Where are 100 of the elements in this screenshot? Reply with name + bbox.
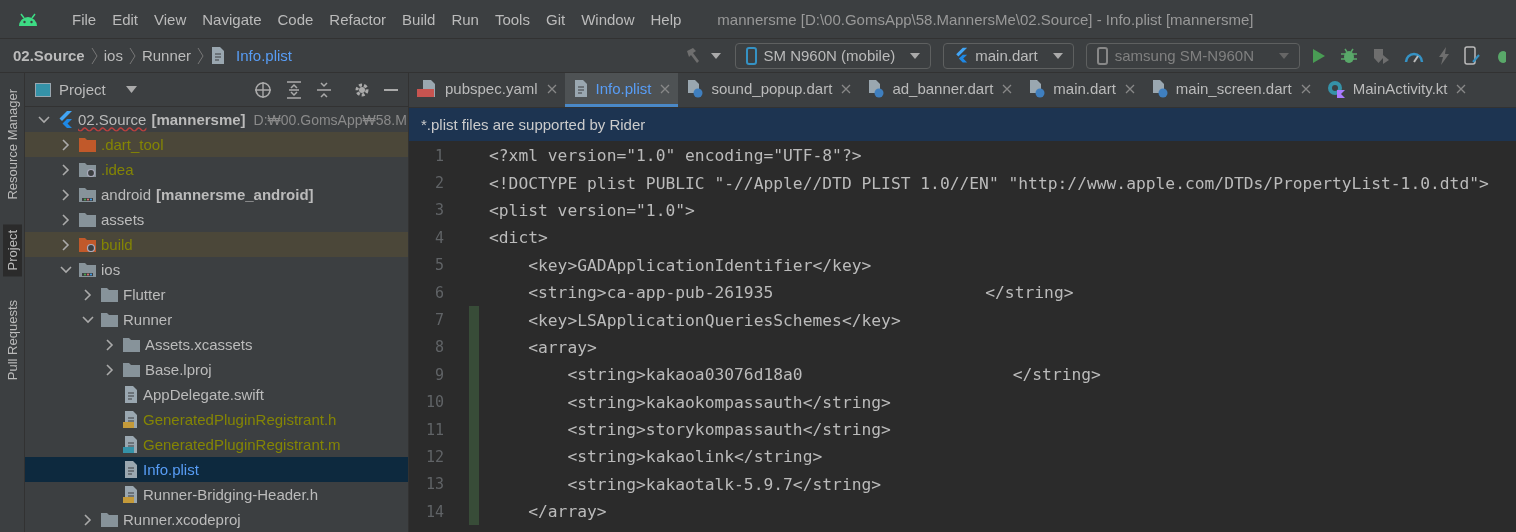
tree-row[interactable]: ios <box>25 257 408 282</box>
close-icon[interactable] <box>1456 83 1467 94</box>
tree-item-label: android <box>101 186 152 203</box>
tree-row[interactable]: assets <box>25 207 408 232</box>
chevron-icon <box>128 46 136 65</box>
file-icon <box>123 436 138 453</box>
code-line: <array> <box>527 337 597 357</box>
menu-item[interactable]: Tools <box>486 10 538 28</box>
code-line: <string>storykompassauth</string> <box>566 420 891 440</box>
tool-window-tab[interactable]: Project <box>2 223 22 277</box>
panel-title[interactable]: Project <box>59 81 106 98</box>
line-number: 1 <box>433 146 444 165</box>
tree-row[interactable]: Runner-Bridging-Header.h <box>25 482 408 507</box>
menu-item[interactable]: File <box>64 10 105 28</box>
caret-icon[interactable] <box>125 86 137 93</box>
tree-item-label: ios <box>101 261 121 278</box>
tree-item-label: Base.lproj <box>145 361 212 378</box>
code-line: <string>kakaoa03076d18a0 <box>566 365 803 385</box>
tree-item-label: Runner-Bridging-Header.h <box>143 486 319 503</box>
file-icon <box>123 461 138 478</box>
code-line: <!DOCTYPE plist PUBLIC "-//Apple//DTD PLIST 1.0//EN" "http://www.apple.com/DTDs/PropertyList-1.0.dtd"> <box>489 173 1489 193</box>
device-icon[interactable] <box>1464 45 1480 66</box>
run-config-dropdown[interactable]: main.dart <box>943 42 1074 69</box>
locate-icon[interactable] <box>254 80 272 99</box>
run-icon[interactable] <box>1312 47 1326 64</box>
code-line: <string>kakaokompassauth</string> <box>566 392 891 412</box>
caret-icon <box>910 52 921 59</box>
tree-row[interactable]: Base.lproj <box>25 357 408 382</box>
editor-tab[interactable]: Info.plist <box>564 73 679 107</box>
editor-tab[interactable]: ad_banner.dart <box>859 73 1021 107</box>
close-icon[interactable] <box>1300 83 1311 94</box>
editor-tab[interactable]: MainActivity.kt <box>1318 73 1475 107</box>
collapse-all-icon[interactable] <box>316 80 332 99</box>
flutter-icon <box>57 110 73 129</box>
tree-item-label: Runner <box>123 311 173 328</box>
folder-icon <box>79 262 96 277</box>
breadcrumb[interactable]: 02.Source <box>13 47 85 64</box>
folder-icon <box>123 337 140 352</box>
window-title: mannersme [D:\00.GomsApp\58.MannersMe\02.Source] - Info.plist [mannersme] <box>717 10 1254 28</box>
menu-item[interactable]: Run <box>443 10 487 28</box>
line-number: 14 <box>424 502 444 521</box>
tool-window-tab[interactable]: Resource Manager <box>2 83 22 206</box>
caret-icon[interactable] <box>710 52 721 59</box>
close-icon[interactable] <box>1002 83 1013 94</box>
close-icon[interactable] <box>1124 83 1135 94</box>
line-number: 2 <box>433 174 444 193</box>
tree-row[interactable]: Assets.xcassets <box>25 332 408 357</box>
menu-item[interactable]: Build <box>394 10 444 28</box>
tree-row[interactable]: Runner.xcodeproj <box>25 507 408 532</box>
close-icon[interactable] <box>546 83 557 94</box>
expand-all-icon[interactable] <box>286 80 302 99</box>
window-icon <box>35 82 51 97</box>
menu-item[interactable]: Git <box>537 10 574 28</box>
phone-icon <box>745 46 757 65</box>
settings-icon[interactable] <box>354 81 370 98</box>
tree-row[interactable]: 02.Source [mannersme] D:₩00.GomsApp₩58.M <box>25 107 408 132</box>
tree-item-label: GeneratedPluginRegistrant.m <box>143 436 341 453</box>
editor-tab[interactable]: main.dart <box>1020 73 1143 107</box>
flutter-icon <box>954 47 969 64</box>
menu-item[interactable]: View <box>146 10 195 28</box>
line-number: 10 <box>424 393 444 412</box>
chevron-icon <box>90 46 98 65</box>
menu-item[interactable]: Help <box>642 10 690 28</box>
code-line: <?xml version="1.0" encoding="UTF-8"?> <box>489 146 862 166</box>
file-icon <box>123 411 138 428</box>
code-line: <dict> <box>489 228 548 248</box>
menu-item[interactable]: Window <box>573 10 643 28</box>
line-number: 12 <box>424 448 444 466</box>
code-text: </string> <box>985 283 1074 303</box>
folder-icon <box>101 312 118 327</box>
android-icon <box>17 12 39 26</box>
tree-item-label: GeneratedPluginRegistrant.h <box>143 411 337 428</box>
tree-row[interactable]: AppDelegate.swift <box>25 382 408 407</box>
tree-row[interactable]: android [mannersme_android] <box>25 182 408 207</box>
dart-file-icon <box>1150 79 1168 98</box>
breadcrumb[interactable]: ios <box>103 47 123 64</box>
editor-tab[interactable]: sound_popup.dart <box>678 73 860 107</box>
line-number: 11 <box>424 420 444 439</box>
editor-tab[interactable]: main_screen.dart <box>1142 73 1319 107</box>
code-line: <string>ca-app-pub-261935 <box>527 283 774 303</box>
dart-file-icon <box>1028 79 1046 98</box>
folder-icon <box>101 287 118 302</box>
breadcrumb[interactable]: Runner <box>141 47 192 64</box>
folder-icon <box>79 237 96 252</box>
dart-file-icon <box>686 79 704 98</box>
project-path: D:₩00.GomsApp₩58.M <box>253 111 407 128</box>
menu-item[interactable]: Code <box>269 10 322 28</box>
menu-item[interactable]: Edit <box>104 10 147 28</box>
close-icon[interactable] <box>841 83 852 94</box>
tree-item-label: 02.Source <box>78 111 147 128</box>
tool-window-tab[interactable]: Pull Requests <box>2 294 22 387</box>
menu-item[interactable]: Navigate <box>194 10 270 28</box>
menu-item[interactable]: Refactor <box>321 10 395 28</box>
breadcrumb[interactable]: Info.plist <box>236 47 292 64</box>
line-number: 3 <box>433 201 444 220</box>
tree-row[interactable]: Flutter <box>25 282 408 307</box>
device-dropdown[interactable]: SM N960N (mobile) <box>734 42 932 69</box>
editor-tab[interactable]: pubspec.yaml <box>409 73 565 107</box>
tree-row[interactable]: Runner <box>25 307 408 332</box>
tree-row-selected[interactable]: Info.plist <box>25 457 408 482</box>
